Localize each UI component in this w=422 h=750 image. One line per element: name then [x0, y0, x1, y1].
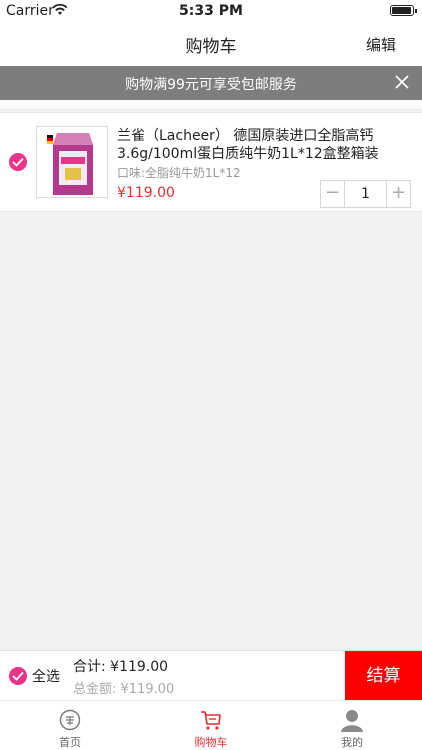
- tab-cart[interactable]: 购物车: [141, 701, 281, 750]
- tab-home[interactable]: 首页: [0, 701, 140, 750]
- tab-profile[interactable]: 我的: [282, 701, 422, 750]
- battery-icon: [390, 5, 417, 16]
- status-bar: Carrier 5:33 PM: [0, 0, 422, 22]
- section-divider: [0, 100, 422, 110]
- tab-cart-label: 购物车: [194, 736, 228, 749]
- profile-icon: [341, 710, 363, 732]
- select-all-checkbox[interactable]: [9, 667, 27, 685]
- total-amount: 总金额: ¥119.00: [73, 682, 175, 697]
- tab-home-label: 首页: [59, 736, 81, 749]
- product-spec: 口味:全脂纯牛奶1L*12: [117, 166, 241, 180]
- clock-time: 5:33 PM: [179, 3, 243, 19]
- checkout-button[interactable]: 结算: [345, 651, 422, 701]
- close-icon[interactable]: [392, 72, 412, 92]
- decrease-quantity-button[interactable]: −: [321, 181, 345, 207]
- product-title[interactable]: 兰雀（Lacheer） 德国原装进口全脂高钙3.6g/100ml蛋白质纯牛奶1L…: [117, 127, 415, 163]
- cart-item: 兰雀（Lacheer） 德国原装进口全脂高钙3.6g/100ml蛋白质纯牛奶1L…: [0, 112, 422, 212]
- product-price: ¥119.00: [117, 185, 175, 201]
- quantity-stepper: − 1 +: [320, 180, 411, 208]
- milk-carton-image: [37, 127, 107, 197]
- select-all-label[interactable]: 全选: [32, 666, 60, 686]
- nav-bar: 购物车 编辑: [0, 22, 422, 66]
- page-title: 购物车: [185, 37, 237, 57]
- cart-icon: [201, 711, 221, 730]
- edit-button[interactable]: 编辑: [366, 34, 396, 55]
- free-shipping-text: 购物满99元可享受包邮服务: [125, 77, 297, 93]
- free-shipping-banner: 购物满99元可享受包邮服务: [0, 66, 422, 100]
- tab-profile-label: 我的: [341, 736, 363, 749]
- checkmark-icon: [12, 671, 24, 681]
- checkmark-icon: [12, 157, 24, 167]
- tab-bar: 首页 购物车 我的: [0, 700, 422, 750]
- item-checkbox[interactable]: [9, 153, 27, 171]
- checkout-bar: 全选 合计: ¥119.00 总金额: ¥119.00 结算: [0, 650, 422, 701]
- subtotal-amount: 合计: ¥119.00: [73, 659, 169, 675]
- increase-quantity-button[interactable]: +: [386, 181, 410, 207]
- quantity-value[interactable]: 1: [345, 186, 386, 202]
- product-thumbnail[interactable]: [36, 126, 108, 198]
- home-icon: [59, 709, 81, 731]
